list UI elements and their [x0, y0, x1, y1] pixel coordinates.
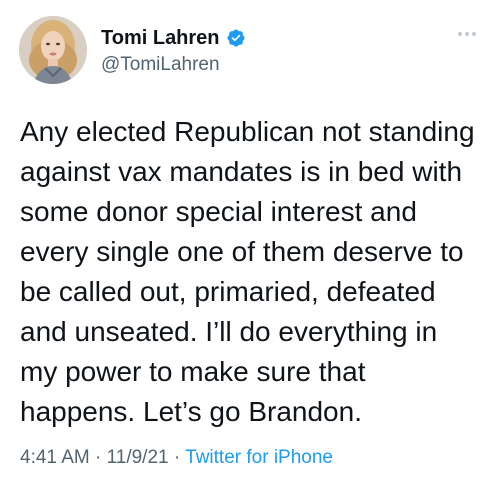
author-handle[interactable]: @TomiLahren	[101, 54, 220, 76]
tweet-time[interactable]: 4:41 AM	[20, 447, 90, 468]
tweet-card: Tomi Lahren @TomiLahren Any elected Repu…	[0, 0, 500, 482]
author-display-name[interactable]: Tomi Lahren	[101, 26, 220, 50]
more-options-icon[interactable]	[458, 30, 480, 38]
author-name-row: Tomi Lahren	[101, 26, 246, 50]
tweet-text-line: every single one of them deserve to	[20, 236, 464, 267]
tweet-date[interactable]: 11/9/21	[107, 447, 169, 468]
tweet-text-line: happens. Let’s go Brandon.	[20, 396, 362, 427]
tweet-text-line: my power to make sure that	[20, 356, 366, 387]
profile-photo-icon	[19, 16, 87, 84]
tweet-text: Any elected Republican not standing agai…	[20, 112, 490, 432]
tweet-text-line: and unseated. I’ll do everything in	[20, 316, 438, 347]
tweet-text-line: Any elected Republican not standing	[20, 116, 475, 147]
tweet-text-line: be called out, primaried, defeated	[20, 276, 436, 307]
tweet-source-link[interactable]: Twitter for iPhone	[185, 447, 333, 468]
tweet-text-line: against vax mandates is in bed with	[20, 156, 463, 187]
tweet-text-line: some donor special interest and	[20, 196, 417, 227]
tweet-meta: 4:41 AM · 11/9/21 · Twitter for iPhone	[20, 447, 333, 469]
avatar[interactable]	[19, 16, 87, 84]
verified-badge-icon	[226, 28, 246, 48]
meta-separator: ·	[89, 447, 107, 468]
meta-separator: ·	[168, 447, 186, 468]
